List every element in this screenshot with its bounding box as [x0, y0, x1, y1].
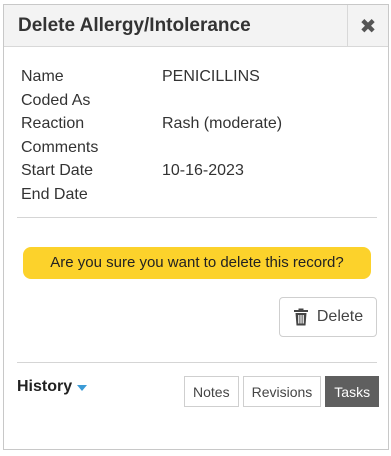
close-button[interactable]: ✖ [347, 5, 388, 47]
detail-row-name: Name PENICILLINS [21, 65, 381, 89]
allergy-details: Name PENICILLINS Coded As Reaction Rash … [21, 65, 381, 206]
detail-row-comments: Comments [21, 136, 381, 160]
detail-label: End Date [21, 185, 88, 203]
detail-row-reaction: Reaction Rash (moderate) [21, 112, 381, 136]
detail-row-coded-as: Coded As [21, 89, 381, 113]
delete-button-label: Delete [316, 308, 364, 325]
tab-revisions[interactable]: Revisions [242, 376, 322, 407]
detail-label: Coded As [21, 91, 91, 109]
detail-label: Reaction [21, 115, 85, 132]
caret-down-icon [77, 385, 88, 391]
close-icon[interactable]: ✖ [360, 14, 377, 39]
tab-notes[interactable]: Notes [184, 376, 239, 407]
detail-label: Comments [21, 138, 99, 156]
detail-value: Rash (moderate) [162, 115, 283, 132]
detail-row-end-date: End Date [21, 183, 381, 207]
dialog-header: Delete Allergy/Intolerance ✖ [4, 5, 388, 47]
history-toggle[interactable]: History [17, 378, 88, 396]
trash-icon [293, 308, 308, 326]
history-tabs: Notes Revisions Tasks [184, 376, 380, 407]
tab-tasks[interactable]: Tasks [325, 376, 380, 407]
detail-value: 10-16-2023 [162, 162, 244, 179]
detail-row-start-date: Start Date 10-16-2023 [21, 159, 381, 183]
delete-confirm-message: Are you sure you want to delete this rec… [23, 247, 371, 279]
delete-allergy-dialog: Delete Allergy/Intolerance ✖ Name PENICI… [3, 4, 389, 450]
delete-button[interactable]: Delete [279, 297, 377, 337]
history-label: History [17, 378, 73, 395]
dialog-title: Delete Allergy/Intolerance [18, 15, 251, 36]
detail-value: PENICILLINS [162, 68, 260, 85]
detail-label: Start Date [21, 162, 94, 179]
detail-label: Name [21, 68, 64, 85]
divider [17, 217, 377, 218]
divider [17, 362, 377, 363]
